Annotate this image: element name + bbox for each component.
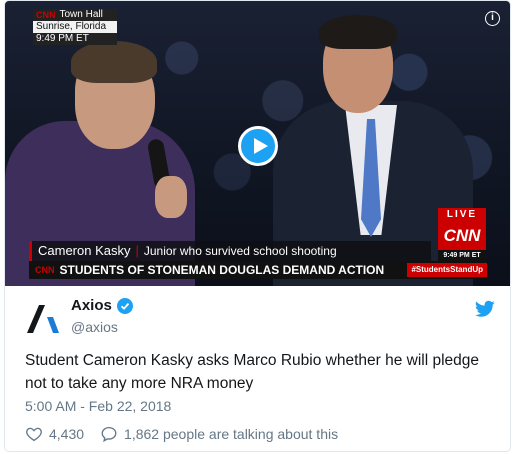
- tweet-card: CNN Town Hall Sunrise, Florida 9:49 PM E…: [4, 0, 511, 452]
- lower-third: Cameron Kasky | Junior who survived school…: [29, 241, 431, 261]
- tweet-timestamp[interactable]: 5:00 AM - Feb 22, 2018: [25, 398, 171, 414]
- author-name[interactable]: Axios: [71, 297, 112, 314]
- cnn-mini-logo: CNN: [36, 10, 56, 20]
- location-bug: CNN Town Hall Sunrise, Florida 9:49 PM E…: [33, 9, 117, 45]
- author-handle[interactable]: @axios: [71, 319, 118, 335]
- tweet-actions: 4,430 1,862 people are talking about thi…: [25, 425, 338, 443]
- tweet-text: Student Cameron Kasky asks Marco Rubio w…: [25, 352, 480, 392]
- hashtag-badge: #StudentsStandUp: [407, 263, 487, 277]
- like-count[interactable]: 4,430: [49, 426, 84, 442]
- verified-badge-icon: [116, 297, 133, 314]
- cnn-logo: CNN: [438, 222, 486, 250]
- video-player[interactable]: CNN Town Hall Sunrise, Florida 9:49 PM E…: [5, 1, 510, 286]
- conversation-count[interactable]: 1,862 people are talking about this: [124, 426, 338, 442]
- live-badge: LIVE: [438, 208, 486, 222]
- location-line-3: 9:49 PM ET: [33, 33, 117, 45]
- student-hand: [155, 176, 187, 218]
- twitter-bird-icon[interactable]: [475, 300, 495, 318]
- news-ticker: CNN STUDENTS OF STONEMAN DOUGLAS DEMAND …: [29, 261, 487, 279]
- senator-hair: [319, 15, 397, 49]
- info-icon[interactable]: i: [485, 11, 500, 26]
- lower-third-name: Cameron Kasky: [38, 243, 131, 258]
- tweet-author: Axios @axios: [25, 297, 495, 339]
- ticker-cnn-logo: CNN: [35, 265, 55, 275]
- lower-third-description: Junior who survived school shooting: [143, 244, 337, 258]
- axios-logo-icon[interactable]: [25, 303, 61, 335]
- lower-third-separator: |: [135, 243, 139, 258]
- reply-bubble-icon[interactable]: [100, 425, 118, 443]
- student-hair: [71, 41, 157, 83]
- ticker-text: STUDENTS OF STONEMAN DOUGLAS DEMAND ACTI…: [59, 263, 385, 277]
- play-icon[interactable]: [238, 126, 278, 166]
- location-line-1: Town Hall: [59, 9, 103, 20]
- broadcast-time: 9:49 PM ET: [438, 250, 486, 261]
- heart-icon[interactable]: [25, 425, 43, 443]
- location-line-2: Sunrise, Florida: [33, 21, 117, 33]
